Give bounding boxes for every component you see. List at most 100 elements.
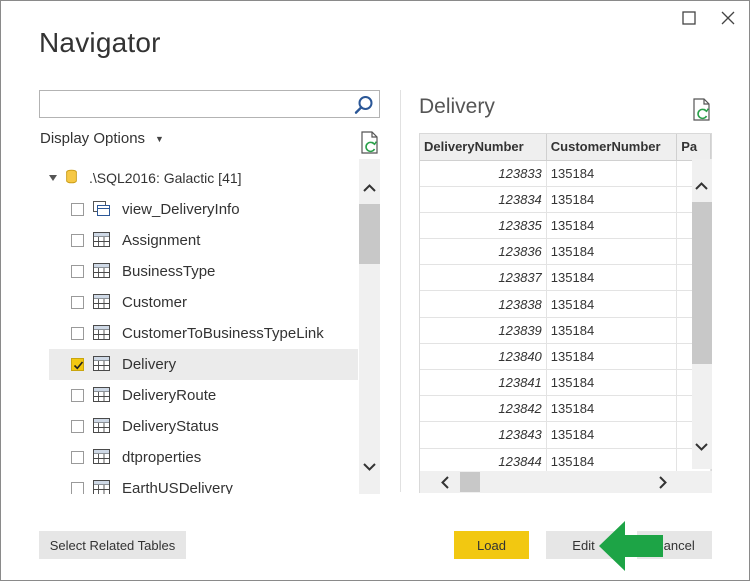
- scroll-left-icon[interactable]: [438, 475, 453, 490]
- tree-item-label: EarthUSDelivery: [122, 480, 233, 494]
- cell-customer-number: 135184: [546, 212, 678, 240]
- close-button[interactable]: [717, 7, 739, 29]
- tree-item-label: view_DeliveryInfo: [122, 201, 240, 218]
- tree-item-label: dtproperties: [122, 449, 202, 466]
- cell-customer-number: 135184: [546, 290, 678, 318]
- refresh-icon[interactable]: [359, 131, 381, 155]
- search-box[interactable]: [39, 90, 380, 118]
- checkbox[interactable]: [71, 451, 84, 464]
- table-row: 123837 135184: [420, 264, 711, 292]
- navigator-tree: .\SQL2016: Galactic [41] view_DeliveryIn…: [39, 159, 380, 494]
- cell-customer-number: 135184: [546, 343, 678, 371]
- preview-table: DeliveryNumber CustomerNumber Pa 123833 1…: [420, 134, 711, 475]
- table-row: 123839 135184: [420, 317, 711, 344]
- column-header[interactable]: Pa: [676, 134, 711, 161]
- table-icon: [93, 480, 110, 494]
- maximize-button[interactable]: [678, 7, 700, 29]
- checkbox[interactable]: [71, 296, 84, 309]
- tree-item-delivery[interactable]: Delivery: [49, 349, 358, 380]
- table-row: 123835 135184: [420, 212, 711, 240]
- table-icon: [93, 356, 110, 371]
- cell-delivery-number: 123843: [420, 421, 547, 449]
- tree-server-node[interactable]: .\SQL2016: Galactic [41]: [49, 163, 358, 194]
- table-icon: [93, 387, 110, 402]
- table-icon: [93, 449, 110, 464]
- tree-item-assignment[interactable]: Assignment: [49, 225, 358, 256]
- cell-customer-number: 135184: [546, 160, 678, 187]
- grid-horizontal-scrollbar[interactable]: [420, 471, 712, 493]
- tree-item-customertobusinesstypelink[interactable]: CustomerToBusinessTypeLink: [49, 318, 358, 349]
- pane-divider: [400, 90, 401, 492]
- display-options-dropdown[interactable]: Display Options ▼: [40, 130, 164, 147]
- tree-item-label: DeliveryRoute: [122, 387, 217, 404]
- checkmark-icon: [73, 361, 84, 370]
- chevron-down-icon: ▼: [155, 133, 164, 144]
- tree-item-deliverystatus[interactable]: DeliveryStatus: [49, 411, 358, 442]
- cell-delivery-number: 123838: [420, 290, 547, 318]
- search-icon[interactable]: [353, 94, 375, 116]
- scroll-up-icon[interactable]: [362, 181, 377, 196]
- tree-scrollbar[interactable]: [359, 159, 380, 494]
- tree-item-label: Customer: [122, 294, 188, 311]
- checkbox[interactable]: [71, 482, 84, 494]
- tree-item-dtproperties[interactable]: dtproperties: [49, 442, 358, 473]
- preview-grid: DeliveryNumber CustomerNumber Pa 123833 1…: [419, 133, 712, 493]
- maximize-icon: [682, 11, 696, 25]
- grid-vscroll-thumb[interactable]: [692, 202, 712, 364]
- tree-item-label: CustomerToBusinessTypeLink: [122, 325, 324, 342]
- expand-arrow-icon[interactable]: [49, 175, 57, 181]
- scroll-right-icon[interactable]: [655, 475, 670, 490]
- tree-item-label: BusinessType: [122, 263, 216, 280]
- checkbox[interactable]: [71, 203, 84, 216]
- cell-customer-number: 135184: [546, 369, 678, 397]
- column-header[interactable]: CustomerNumber: [546, 134, 678, 161]
- scroll-down-icon[interactable]: [362, 459, 377, 474]
- table-icon: [93, 232, 110, 247]
- cell-customer-number: 135184: [546, 421, 678, 449]
- preview-refresh-icon[interactable]: [691, 98, 713, 122]
- table-row: 123842 135184: [420, 395, 711, 423]
- scroll-down-icon[interactable]: [694, 439, 709, 454]
- table-row: 123840 135184: [420, 343, 711, 371]
- cell-delivery-number: 123839: [420, 317, 547, 344]
- cell-delivery-number: 123835: [420, 212, 547, 240]
- cell-delivery-number: 123837: [420, 264, 547, 292]
- column-header[interactable]: DeliveryNumber: [420, 134, 547, 161]
- checkbox[interactable]: [71, 234, 84, 247]
- navigator-window: Navigator Display Options ▼ .\SQL2016: G…: [0, 0, 750, 581]
- table-row: 123834 135184: [420, 186, 711, 213]
- cell-customer-number: 135184: [546, 186, 678, 213]
- cell-delivery-number: 123833: [420, 160, 547, 187]
- grid-hscroll-thumb[interactable]: [460, 472, 480, 492]
- load-button[interactable]: Load: [454, 531, 529, 559]
- tree-item-label: DeliveryStatus: [122, 418, 219, 435]
- cell-customer-number: 135184: [546, 238, 678, 266]
- tree-item-customer[interactable]: Customer: [49, 287, 358, 318]
- table-icon: [93, 263, 110, 278]
- cell-delivery-number: 123836: [420, 238, 547, 266]
- close-icon: [721, 11, 735, 25]
- cell-customer-number: 135184: [546, 395, 678, 423]
- tree-item-label: Delivery: [122, 356, 177, 373]
- cell-delivery-number: 123841: [420, 369, 547, 397]
- tree-item-businesstype[interactable]: BusinessType: [49, 256, 358, 287]
- tree-scroll-thumb[interactable]: [359, 204, 380, 264]
- checkbox[interactable]: [71, 389, 84, 402]
- view-icon: [93, 201, 110, 216]
- checkbox[interactable]: [71, 327, 84, 340]
- checkbox[interactable]: [71, 420, 84, 433]
- tree-item-deliveryroute[interactable]: DeliveryRoute: [49, 380, 358, 411]
- cell-delivery-number: 123840: [420, 343, 547, 371]
- green-arrow-icon: [599, 521, 663, 571]
- server-label: .\SQL2016: Galactic [41]: [89, 170, 242, 186]
- checkbox[interactable]: [71, 265, 84, 278]
- tree-item-view-deliveryinfo[interactable]: view_DeliveryInfo: [49, 194, 358, 225]
- grid-vertical-scrollbar[interactable]: [692, 159, 712, 469]
- tree-item-earthusdelivery[interactable]: EarthUSDelivery: [49, 473, 358, 494]
- scroll-up-icon[interactable]: [694, 179, 709, 194]
- preview-title: Delivery: [419, 95, 495, 118]
- search-input[interactable]: [44, 94, 344, 114]
- checkbox-checked[interactable]: [71, 358, 84, 371]
- cell-customer-number: 135184: [546, 264, 678, 292]
- select-related-tables-button[interactable]: Select Related Tables: [39, 531, 186, 559]
